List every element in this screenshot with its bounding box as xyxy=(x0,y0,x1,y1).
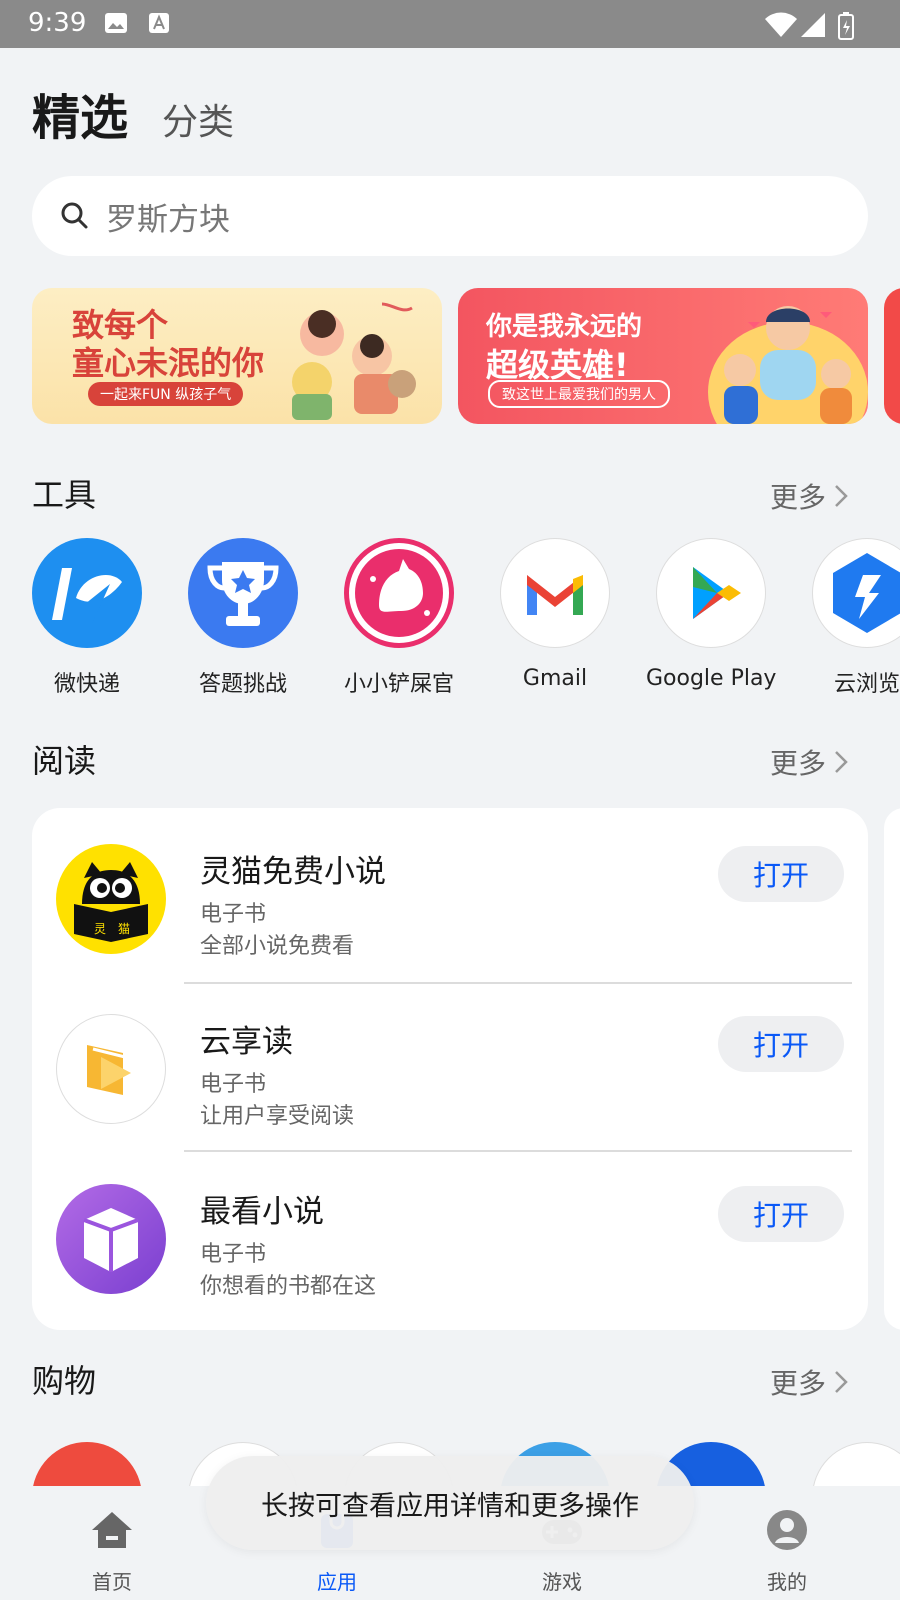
app-category: 电子书 xyxy=(200,902,267,927)
banner-next-peek[interactable] xyxy=(884,288,900,424)
more-label: 更多 xyxy=(769,747,826,780)
chevron-right-icon xyxy=(835,485,848,507)
more-label: 更多 xyxy=(769,1367,826,1400)
reading-more-link[interactable]: 更多 xyxy=(770,742,848,782)
banner-headline-1: 你是我永远的 xyxy=(486,312,643,342)
profile-icon xyxy=(767,1510,807,1550)
tool-label: 小小铲屎官 xyxy=(343,672,454,697)
trophy-icon xyxy=(188,538,298,648)
shopping-app-icon[interactable] xyxy=(812,1442,900,1486)
app-row-zuikanxiaoshuo[interactable]: 最看小说 电子书 你想看的书都在这 打开 xyxy=(32,1148,868,1318)
tool-app-datitiaozhan[interactable]: 答题挑战 xyxy=(178,538,308,698)
tool-app-google-play[interactable]: Google Play xyxy=(646,538,776,691)
app-description: 你想看的书都在这 xyxy=(200,1274,377,1299)
shopping-more-link[interactable]: 更多 xyxy=(770,1362,848,1402)
tools-more-link[interactable]: 更多 xyxy=(770,476,848,516)
open-button[interactable]: 打开 xyxy=(718,1016,844,1072)
banner-family-illustration xyxy=(708,306,868,424)
banner-subline: 一起来FUN 纵孩子气 xyxy=(88,382,244,406)
status-time: 9:39 xyxy=(28,8,87,38)
toast-message: 长按可查看应用详情和更多操作 xyxy=(206,1456,694,1550)
tool-label: 微快递 xyxy=(53,672,120,697)
yunxiangdu-icon xyxy=(56,1014,166,1124)
banner-fathers-day[interactable]: 你是我永远的 超级英雄! 致这世上最爱我们的男人 xyxy=(458,288,868,424)
tool-app-yunliulan[interactable]: 云浏览 xyxy=(802,538,900,698)
top-tabs: 精选 分类 xyxy=(32,78,234,148)
tool-label: 答题挑战 xyxy=(198,672,287,697)
banner-kids-illustration xyxy=(292,302,416,420)
battery-icon xyxy=(838,12,854,40)
shopping-section-title: 购物 xyxy=(32,1362,97,1400)
search-icon xyxy=(61,202,88,229)
search-input[interactable]: 罗斯方块 xyxy=(106,194,230,239)
text-notification-icon xyxy=(149,13,169,33)
reading-section-title: 阅读 xyxy=(32,742,97,780)
tool-app-weikuaidi[interactable]: 微快递 xyxy=(22,538,152,698)
app-row-yunxiangdu[interactable]: 云享读 电子书 让用户享受阅读 打开 xyxy=(32,978,868,1148)
shopping-app-icon[interactable] xyxy=(32,1442,142,1486)
wifi-icon xyxy=(765,12,797,37)
nav-profile[interactable]: 我的 xyxy=(727,1506,847,1595)
open-button[interactable]: 打开 xyxy=(718,1186,844,1242)
app-name: 最看小说 xyxy=(200,1194,324,1230)
app-row-lingmao[interactable]: 灵 猫 灵猫免费小说 电子书 全部小说免费看 打开 xyxy=(32,808,868,978)
nav-label: 首页 xyxy=(92,1570,132,1594)
app-name: 云享读 xyxy=(200,1024,293,1060)
banner-childrens-day[interactable]: 致每个 童心未泯的你 一起来FUN 纵孩子气 xyxy=(32,288,442,424)
app-name: 灵猫免费小说 xyxy=(200,854,386,890)
tool-label: Google Play xyxy=(646,666,777,691)
app-category: 电子书 xyxy=(200,1242,267,1267)
app-category: 电子书 xyxy=(200,1072,267,1097)
status-bar: 9:39 xyxy=(0,0,900,48)
cat-icon xyxy=(344,538,454,648)
home-icon xyxy=(92,1512,132,1548)
banner-headline-2: 童心未泯的你 xyxy=(72,344,265,382)
search-bar[interactable]: 罗斯方块 xyxy=(32,176,868,256)
tab-category[interactable]: 分类 xyxy=(162,93,234,145)
zuikan-icon xyxy=(56,1184,166,1294)
gmail-icon xyxy=(500,538,610,648)
reading-app-list: 灵 猫 灵猫免费小说 电子书 全部小说免费看 打开 云享读 电子书 让用户享受阅… xyxy=(32,808,868,1330)
lingmao-icon-text-1: 灵 xyxy=(94,922,107,936)
tab-featured[interactable]: 精选 xyxy=(32,78,128,148)
nav-home[interactable]: 首页 xyxy=(52,1506,172,1595)
banner-carousel: 致每个 童心未泯的你 一起来FUN 纵孩子气 你是我永远的 超级英雄! 致这世上… xyxy=(32,288,900,424)
lingmao-icon-text-2: 猫 xyxy=(118,922,131,936)
tool-label: 云浏览 xyxy=(833,672,900,697)
image-notification-icon xyxy=(105,13,127,33)
signal-icon xyxy=(801,13,825,37)
tools-section-title: 工具 xyxy=(32,476,97,514)
app-description: 让用户享受阅读 xyxy=(200,1104,355,1129)
open-button[interactable]: 打开 xyxy=(718,846,844,902)
lingmao-icon: 灵 猫 xyxy=(56,844,166,954)
google-play-icon xyxy=(656,538,766,648)
nav-label: 我的 xyxy=(767,1570,807,1594)
tool-app-xiaoxiaochanshiguan[interactable]: 小小铲屎官 xyxy=(334,538,464,698)
weikuaidi-icon xyxy=(32,538,142,648)
nav-label: 应用 xyxy=(317,1570,357,1594)
tools-app-row: 微快递 答题挑战 小小铲屎官 Gmail Google Play 云浏览 xyxy=(32,538,900,698)
banner-subline: 致这世上最爱我们的男人 xyxy=(488,380,670,408)
more-label: 更多 xyxy=(769,481,826,514)
tool-label: Gmail xyxy=(522,666,588,691)
chevron-right-icon xyxy=(835,1371,848,1393)
chevron-right-icon xyxy=(835,751,848,773)
app-description: 全部小说免费看 xyxy=(200,934,355,959)
cloud-browser-icon xyxy=(812,538,900,648)
tool-app-gmail[interactable]: Gmail xyxy=(490,538,620,691)
nav-label: 游戏 xyxy=(542,1570,582,1594)
next-card-peek[interactable] xyxy=(884,808,900,1330)
